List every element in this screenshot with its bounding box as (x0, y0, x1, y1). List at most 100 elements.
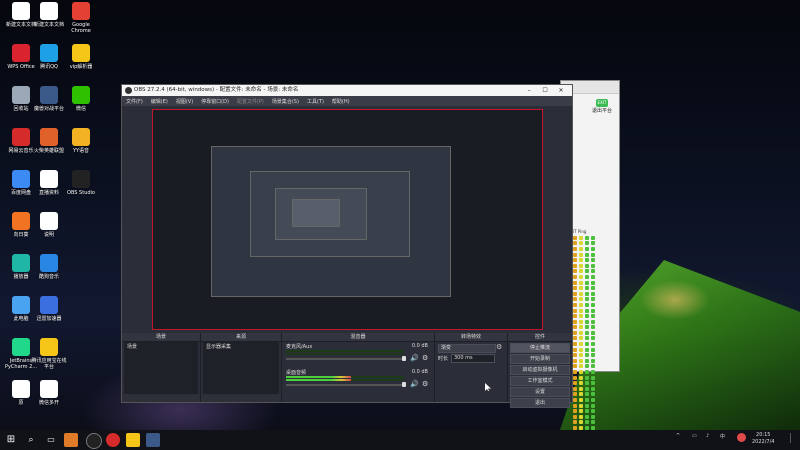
duration-input[interactable]: 300 ms (451, 354, 495, 363)
volume-slider[interactable] (286, 382, 406, 387)
control-button[interactable]: 停止推流 (510, 343, 570, 353)
clock[interactable]: 20:15 2022/7/4 (752, 432, 774, 446)
desktop-icon[interactable]: vip解析器 (63, 44, 99, 70)
status-dot (573, 330, 577, 335)
status-dot (579, 364, 583, 369)
source-item[interactable]: 显示器采集 (203, 342, 279, 351)
transition-select[interactable]: 渐变 (438, 344, 496, 353)
app-taskbar-icon[interactable] (126, 433, 140, 447)
desktop-icon[interactable]: 新建文本文档 (31, 2, 67, 28)
menu-item[interactable]: 停靠窗口(D) (201, 98, 229, 105)
desktop-icon[interactable]: 直播资料 (31, 170, 67, 196)
status-dot (579, 325, 583, 330)
search-icon[interactable]: ⌕ (24, 433, 38, 447)
desktop-icon[interactable]: OBS Studio (63, 170, 99, 196)
baidu-netdisk-icon (12, 170, 30, 188)
status-dot (585, 414, 589, 419)
control-button[interactable]: 设置 (510, 387, 570, 397)
status-dot (573, 246, 577, 251)
desktop-icon[interactable]: 说明 (31, 212, 67, 238)
controls-dock: 控件 停止推流 开始录制 启动虚拟摄像机 工作室模式 设置 退出 (508, 333, 572, 408)
status-dot (585, 263, 589, 268)
netease-music-icon (12, 128, 30, 146)
ime-icon[interactable]: 中 (720, 433, 725, 440)
status-dot (573, 381, 577, 386)
minimize-icon[interactable]: – (522, 85, 536, 96)
status-dot (585, 386, 589, 391)
status-dot (585, 286, 589, 291)
scenes-toolbar (122, 395, 200, 402)
volume-knob[interactable] (402, 382, 406, 387)
status-dot (573, 358, 577, 363)
menu-item[interactable]: 配置文件(P) (237, 98, 264, 105)
wps-icon (12, 44, 30, 62)
yy-icon (72, 128, 90, 146)
menu-item[interactable]: 工具(T) (307, 98, 324, 105)
speaker-icon[interactable]: 🔊 (410, 354, 419, 362)
gear-icon[interactable]: ⚙ (422, 354, 428, 362)
taskbar-app-icon[interactable] (64, 433, 78, 447)
tray-chevron-icon[interactable]: ^ (676, 433, 680, 439)
desktop-icon[interactable]: 迅雷加速器 (31, 296, 67, 322)
gear-icon[interactable]: ⚙ (422, 380, 428, 388)
menu-item[interactable]: 场景集合(S) (272, 98, 299, 105)
status-dot (573, 325, 577, 330)
desktop-icon[interactable]: 火柴英雄联盟 (31, 128, 67, 154)
sources-toolbar (201, 395, 281, 402)
close-icon[interactable]: ✕ (554, 85, 568, 96)
game-taskbar-icon[interactable] (146, 433, 160, 447)
maximize-icon[interactable]: ☐ (538, 85, 552, 96)
status-dot (591, 364, 595, 369)
notification-icon[interactable] (790, 433, 797, 443)
status-dot (579, 358, 583, 363)
desktop-icon[interactable]: 魔兽对战平台 (31, 86, 67, 112)
task-view-icon[interactable]: ▭ (44, 433, 58, 447)
volume-icon[interactable]: ♪ (706, 433, 709, 439)
menu-item[interactable]: 视图(V) (176, 98, 193, 105)
status-dot (573, 269, 577, 274)
app-tray-icon[interactable] (737, 433, 746, 442)
menu-item[interactable]: 帮助(H) (332, 98, 350, 105)
match-game-icon (40, 128, 58, 146)
transition-settings-icon[interactable]: ⚙ (496, 344, 503, 351)
menu-item[interactable]: 文件(F) (126, 98, 143, 105)
status-dot (585, 302, 589, 307)
control-button[interactable]: 工作室模式 (510, 376, 570, 386)
status-dot (579, 403, 583, 408)
dock-area: 场景 场景 来源 显示器采集 混音器 麦克风/Aux 0.0 dB 🔊 ⚙ 桌面音… (122, 333, 572, 408)
exit-platform-button[interactable]: EXIT 退出平台 (591, 99, 613, 117)
netease-taskbar-icon[interactable] (106, 433, 120, 447)
status-dot (579, 252, 583, 257)
scene-item[interactable]: 场景 (124, 342, 198, 351)
accelerator-icon (40, 296, 58, 314)
control-button[interactable]: 开始录制 (510, 354, 570, 364)
desktop-icon[interactable]: 微信多开 (31, 380, 67, 406)
vip-icon (72, 44, 90, 62)
desktop-icon[interactable]: Google Chrome (63, 2, 99, 34)
network-icon[interactable]: ▭ (692, 433, 697, 439)
desktop-icon[interactable]: 微信 (63, 86, 99, 112)
status-dot (579, 297, 583, 302)
obs-taskbar-icon[interactable] (86, 433, 102, 449)
menu-item[interactable]: 编辑(E) (151, 98, 168, 105)
volume-knob[interactable] (402, 356, 406, 361)
status-dot (585, 375, 589, 380)
status-dot (579, 263, 583, 268)
desktop-icon[interactable]: 酷狗音乐 (31, 254, 67, 280)
control-button[interactable]: 启动虚拟摄像机 (510, 365, 570, 375)
desktop-icon-label: vip解析器 (69, 64, 93, 70)
desktop-icon[interactable]: 腾讯应用宝在线平台 (31, 338, 67, 370)
obs-window[interactable]: OBS 27.2.4 (64-bit, windows) - 配置文件: 未命名… (121, 84, 573, 408)
volume-slider[interactable] (286, 356, 406, 361)
desktop-icon[interactable]: 腾讯QQ (31, 44, 67, 70)
status-dot (573, 252, 577, 257)
status-dot (573, 403, 577, 408)
status-dot (585, 353, 589, 358)
status-dot (585, 381, 589, 386)
control-button[interactable]: 退出 (510, 398, 570, 408)
desktop-icon[interactable]: YY语音 (63, 128, 99, 154)
status-dot (591, 235, 595, 240)
speaker-icon[interactable]: 🔊 (410, 380, 419, 388)
start-icon[interactable]: ⊞ (4, 433, 18, 447)
preview-canvas[interactable] (152, 109, 543, 330)
